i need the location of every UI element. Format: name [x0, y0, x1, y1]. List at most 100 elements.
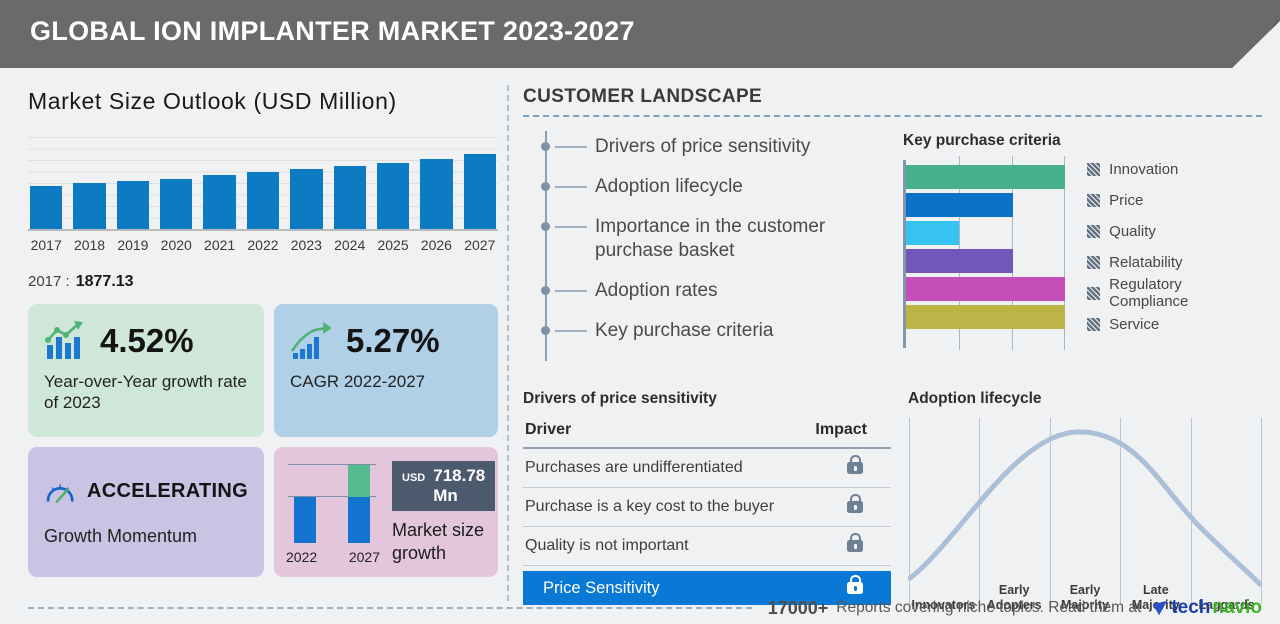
- bar-trend-icon: [45, 321, 83, 359]
- growth-mini-bars: [288, 463, 376, 543]
- kpc-bar-innovation: [906, 165, 1066, 189]
- customer-landscape-section: CUSTOMER LANDSCAPE Drivers of price sens…: [523, 86, 1262, 614]
- momentum-value: ACCELERATING: [86, 479, 248, 502]
- lock-icon: [847, 494, 863, 514]
- landscape-topic-list: Drivers of price sensitivity Adoption lif…: [541, 131, 903, 362]
- market-bar-2025: [376, 162, 410, 229]
- market-bar-2022: [246, 171, 280, 229]
- stat-cards: 4.52% Year-over-Year growth rate of 2023…: [28, 304, 498, 577]
- kpc-bar-price: [906, 193, 1013, 217]
- market-xlabel: 2017: [30, 237, 62, 253]
- drivers-title: Drivers of price sensitivity: [523, 390, 717, 408]
- kpc-legend-item: Relatability: [1087, 254, 1262, 271]
- growth-mini-chart: 2022 2027: [286, 457, 380, 567]
- growth-xlabel: 2027: [348, 549, 380, 565]
- market-bar-2019: [116, 180, 150, 229]
- key-purchase-criteria-block: Key purchase criteria Innovation Price Qua…: [903, 117, 1262, 361]
- cagr-card: 5.27% CAGR 2022-2027: [274, 304, 498, 437]
- driver-row: Purchase is a key cost to the buyer: [523, 488, 891, 528]
- market-bar-2027: [463, 154, 496, 229]
- technavio-logo: tech navio: [1151, 597, 1262, 619]
- lifecycle-chart: Innovators Early Adopters Early Majority La…: [908, 418, 1262, 614]
- brand-tech: tech: [1171, 597, 1211, 618]
- landscape-topic: Adoption rates: [541, 279, 903, 302]
- kpc-bar-service: [906, 305, 1066, 329]
- speedometer-icon: [46, 484, 74, 503]
- growth-xlabel: 2022: [286, 549, 318, 565]
- growth-segment-growth: [348, 465, 370, 497]
- kpc-title: Key purchase criteria: [903, 132, 1061, 149]
- header-bar: GLOBAL ION IMPLANTER MARKET 2023-2027: [0, 0, 1280, 68]
- growth-bar-2027: [348, 465, 370, 543]
- kpc-legend-label: Quality: [1109, 222, 1156, 240]
- legend-swatch-icon: [1087, 193, 1101, 207]
- adoption-lifecycle-block: Adoption lifecycle Innovators Early Adopt…: [908, 375, 1262, 614]
- yoy-value: 4.52%: [100, 322, 194, 359]
- currency-label: USD: [402, 472, 426, 484]
- callout-value: 1877.13: [75, 273, 134, 290]
- kpc-legend-item: Service: [1087, 315, 1262, 333]
- kpc-legend-item: Innovation: [1087, 160, 1262, 178]
- driver-label: Quality is not important: [525, 537, 689, 555]
- market-bar-2017: [30, 185, 63, 229]
- landscape-topic: Adoption lifecycle: [541, 175, 903, 198]
- drivers-table-header: Driver Impact: [523, 418, 891, 450]
- brand-navio: navio: [1212, 597, 1262, 618]
- growth-amount: 718.78 Mn: [433, 466, 486, 505]
- lifecycle-title: Adoption lifecycle: [908, 390, 1042, 408]
- market-bar-2024: [333, 166, 366, 229]
- market-size-xlabels: 2017 2018 2019 2020 2021 2022 2023 2024 2025 2026…: [28, 237, 498, 253]
- kpc-legend-item: Regulatory Compliance: [1087, 276, 1262, 310]
- kpc-legend-label: Regulatory Compliance: [1109, 276, 1189, 310]
- driver-row: Quality is not important: [523, 527, 891, 567]
- growth-segment-base: [348, 497, 370, 543]
- market-xlabel: 2018: [73, 237, 106, 253]
- kpc-legend-label: Innovation: [1109, 160, 1179, 178]
- lock-icon: [847, 533, 863, 553]
- technavio-arrow-icon: [1153, 600, 1168, 616]
- yoy-caption: Year-over-Year growth rate of 2023: [44, 372, 247, 413]
- legend-swatch-icon: [1087, 255, 1101, 269]
- customer-landscape-title: CUSTOMER LANDSCAPE: [523, 86, 1262, 117]
- momentum-card: ACCELERATING Growth Momentum: [28, 447, 264, 577]
- growth-bar-2022: [294, 497, 316, 543]
- cagr-caption: CAGR 2022-2027: [290, 372, 426, 391]
- legend-swatch-icon: [1087, 162, 1101, 176]
- yoy-growth-card: 4.52% Year-over-Year growth rate of 2023: [28, 304, 264, 437]
- growth-arrow-icon: [290, 322, 332, 359]
- kpc-bar-relatability: [906, 249, 1013, 273]
- legend-swatch-icon: [1087, 317, 1101, 331]
- landscape-topic: Drivers of price sensitivity: [541, 135, 903, 158]
- market-xlabel: 2027: [464, 237, 496, 253]
- growth-caption: Market size growth: [392, 520, 485, 564]
- market-xlabel: 2021: [204, 237, 236, 253]
- kpc-bar-quality: [906, 221, 959, 245]
- kpc-row: [906, 277, 1066, 301]
- market-xlabel: 2025: [377, 237, 409, 253]
- section-divider: [507, 85, 509, 601]
- kpc-legend-item: Price: [1087, 192, 1262, 209]
- market-growth-card: 2022 2027 USD 718.78 Mn Market size growt…: [274, 447, 498, 577]
- growth-mini-xlabels: 2022 2027: [286, 549, 380, 565]
- footer-text: Reports covering niche topics. Read them…: [836, 599, 1142, 616]
- market-size-chart: [28, 137, 498, 231]
- market-bar-2023: [290, 168, 323, 229]
- legend-swatch-icon: [1087, 286, 1101, 300]
- market-bar-2020: [160, 178, 193, 229]
- report-count: 17000+: [767, 597, 829, 618]
- driver-row: Purchases are undifferentiated: [523, 449, 891, 489]
- driver-column-header: Driver: [525, 421, 572, 439]
- market-size-title: Market Size Outlook (USD Million): [28, 88, 397, 114]
- market-xlabel: 2022: [247, 237, 279, 253]
- kpc-legend-item: Quality: [1087, 222, 1262, 240]
- impact-column-header: Impact: [815, 421, 867, 439]
- cagr-value: 5.27%: [346, 322, 440, 359]
- kpc-legend-label: Service: [1109, 315, 1160, 333]
- kpc-row: [906, 165, 1066, 189]
- growth-amount-badge: USD 718.78 Mn: [392, 461, 496, 511]
- market-size-callout: 2017 : 1877.13: [28, 273, 498, 291]
- kpc-bar-regulatory-compliance: [906, 277, 1066, 301]
- market-xlabel: 2026: [420, 237, 452, 253]
- landscape-topic: Key purchase criteria: [541, 319, 903, 342]
- landscape-topic: Importance in the customer purchase bask…: [541, 215, 903, 261]
